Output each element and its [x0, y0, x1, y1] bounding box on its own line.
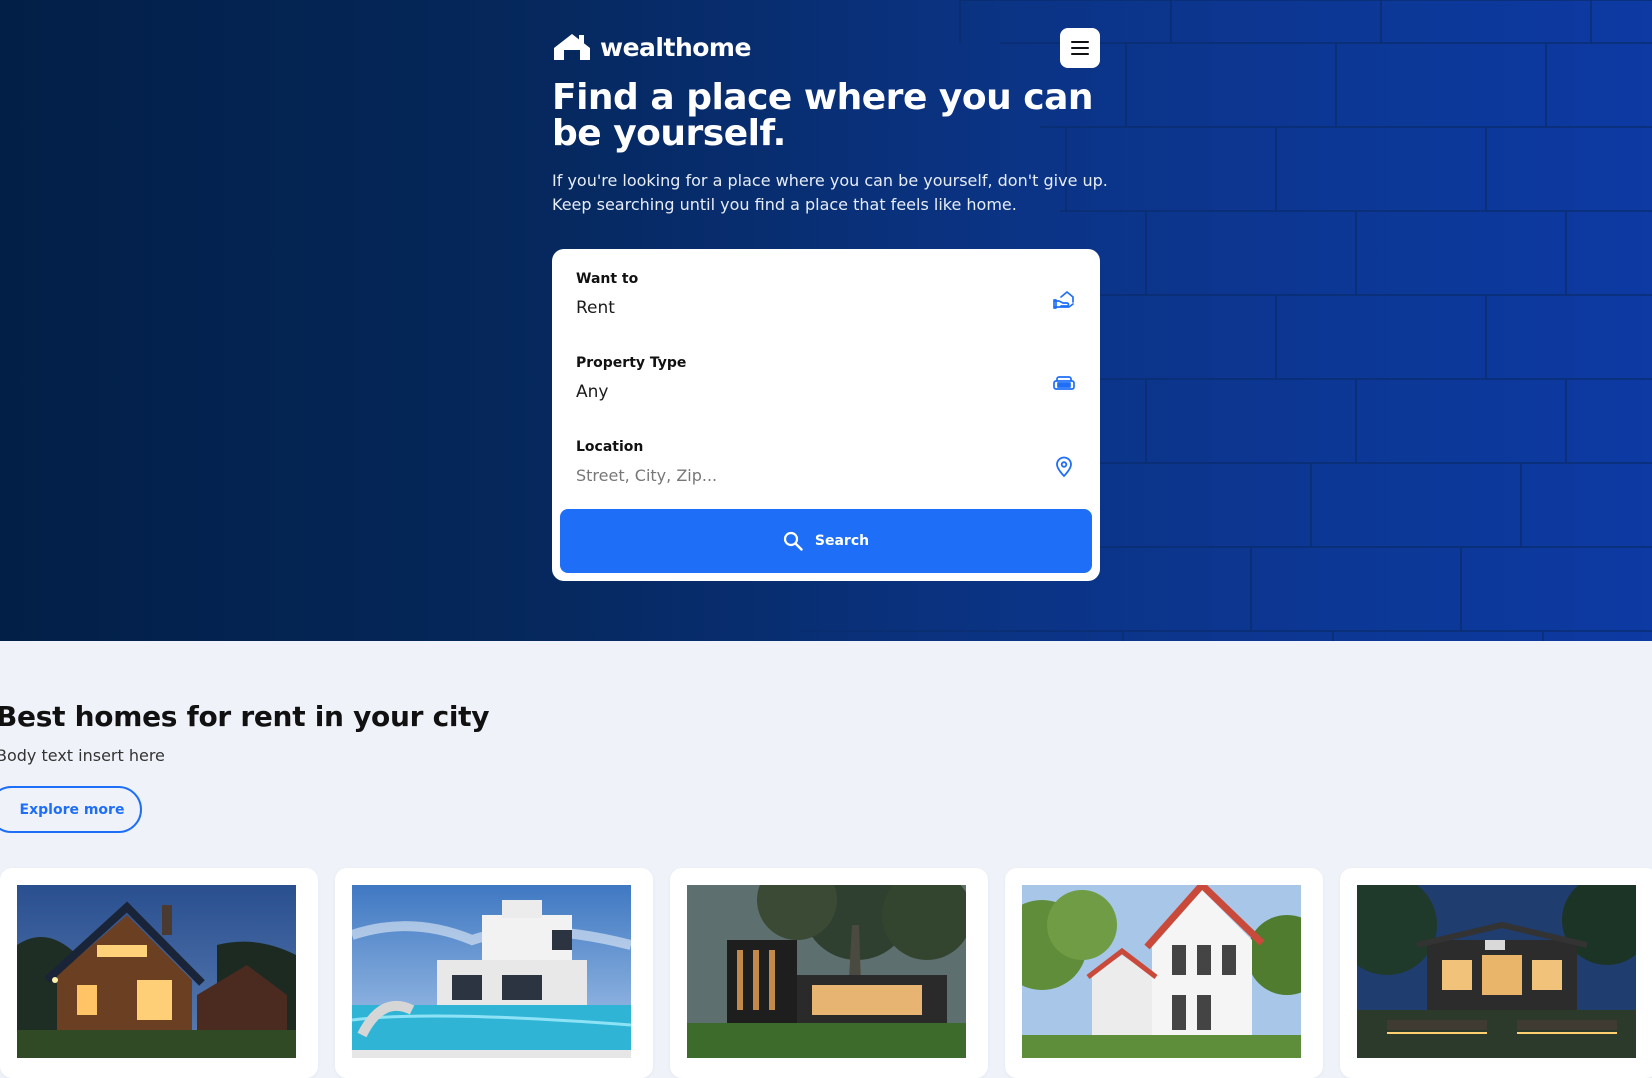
listing-card[interactable]: [335, 868, 653, 1078]
hero-headline: Find a place where you can be yourself.: [552, 77, 1094, 154]
property-type-value[interactable]: Any: [576, 382, 608, 402]
want-to-field[interactable]: Want to Rent: [576, 271, 1076, 331]
listing-card[interactable]: [0, 868, 318, 1078]
search-button-label: Search: [814, 533, 870, 549]
hero-subtext: If you're looking for a place where you …: [552, 171, 1108, 214]
search-card: Want to Rent Property Type Any Location …: [552, 249, 1100, 581]
listing-card[interactable]: [670, 868, 988, 1078]
listing-photo: [687, 885, 966, 1058]
explore-more-button[interactable]: Explore more: [0, 786, 142, 833]
brand-logo[interactable]: wealthome: [552, 32, 751, 62]
search-icon: [783, 531, 803, 551]
hero-section: wealthome Find a place where you can be …: [0, 0, 1652, 641]
listing-card[interactable]: [1005, 868, 1323, 1078]
want-to-label: Want to: [576, 271, 639, 287]
property-type-label: Property Type: [576, 355, 687, 371]
listing-photo: [17, 885, 296, 1058]
hamburger-menu-icon: [1071, 41, 1089, 55]
want-to-value[interactable]: Rent: [576, 298, 615, 318]
location-field[interactable]: Location Street, City, Zip...: [576, 439, 1076, 499]
house-logo-icon: [554, 34, 590, 60]
sofa-icon: [1053, 376, 1075, 390]
menu-button[interactable]: [1060, 28, 1100, 68]
listing-photo: [1022, 885, 1301, 1058]
brand-name: wealthome: [600, 32, 751, 62]
property-type-field[interactable]: Property Type Any: [576, 355, 1076, 415]
location-label: Location: [576, 439, 644, 455]
map-pin-icon: [1056, 456, 1072, 478]
listing-card[interactable]: [1340, 868, 1652, 1078]
hand-house-icon: [1053, 291, 1074, 309]
search-button[interactable]: Search: [560, 509, 1092, 573]
section-body: Body text insert here: [0, 746, 165, 765]
listing-photo: [352, 885, 631, 1058]
listing-photo: [1357, 885, 1636, 1058]
location-input[interactable]: Street, City, Zip...: [576, 466, 717, 485]
section-title: Best homes for rent in your city: [0, 700, 490, 733]
